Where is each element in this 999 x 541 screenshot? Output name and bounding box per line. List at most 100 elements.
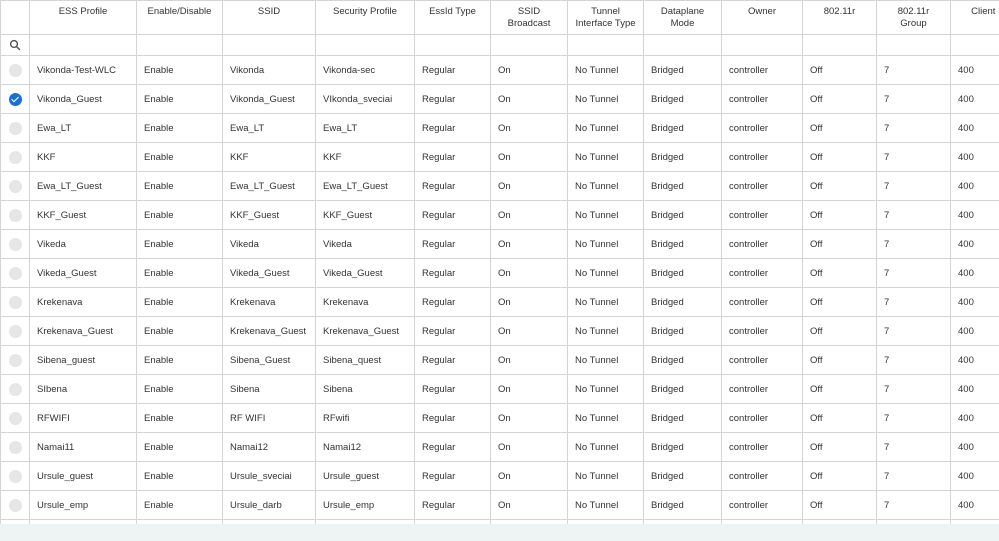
filter-input[interactable] bbox=[315, 34, 415, 56]
select-column-header[interactable] bbox=[0, 0, 30, 35]
row-select-cell[interactable] bbox=[0, 374, 30, 404]
table-row[interactable]: Ursule_emp Enable Ursule_darb Ursule_emp Reg… bbox=[0, 490, 999, 520]
column-header[interactable]: 802.11r bbox=[802, 0, 877, 35]
table-row[interactable]: Ewa_LT Enable Ewa_LT Ewa_LT Regular On No Tunn… bbox=[0, 113, 999, 143]
table-cell: No Tunnel bbox=[567, 113, 644, 143]
row-select-cell[interactable] bbox=[0, 461, 30, 491]
filter-input[interactable] bbox=[876, 34, 951, 56]
column-header[interactable]: EssId Type bbox=[414, 0, 491, 35]
column-header[interactable]: SSID Broadcast bbox=[490, 0, 568, 35]
filter-input[interactable] bbox=[802, 34, 877, 56]
row-select-radio[interactable] bbox=[8, 498, 22, 512]
table-row[interactable]: Krekenava Enable Krekenava Krekenava Regular… bbox=[0, 287, 999, 317]
row-select-cell[interactable] bbox=[0, 287, 30, 317]
row-select-cell[interactable] bbox=[0, 258, 30, 288]
column-header[interactable]: Dataplane Mode bbox=[643, 0, 722, 35]
filter-toggle-button[interactable] bbox=[0, 34, 30, 56]
table-row[interactable]: Vikeda_Guest Enable Vikeda_Guest Vikeda_Gue… bbox=[0, 258, 999, 288]
filter-input[interactable] bbox=[136, 34, 223, 56]
table-cell: On bbox=[490, 461, 568, 491]
table-row[interactable]: Vikonda-Test-WLC Enable Vikonda Vikonda-sec… bbox=[0, 55, 999, 85]
column-header[interactable]: Enable/Disable bbox=[136, 0, 223, 35]
table-cell: Ewa_LT_Guest bbox=[29, 171, 137, 201]
table-row[interactable]: KKF_Guest Enable KKF_Guest KKF_Guest Regular… bbox=[0, 200, 999, 230]
row-select-radio[interactable] bbox=[8, 237, 22, 251]
table-row[interactable]: Namai11 Enable Namai12 Namai12 Regular On No T… bbox=[0, 432, 999, 462]
table-cell: Sibena_Guest bbox=[222, 345, 316, 375]
column-header[interactable]: ESS Profile bbox=[29, 0, 137, 35]
row-select-cell[interactable] bbox=[0, 84, 30, 114]
row-select-radio[interactable] bbox=[8, 469, 22, 483]
table-cell: Regular bbox=[414, 55, 491, 85]
row-select-radio[interactable] bbox=[8, 63, 22, 77]
table-cell: Off bbox=[802, 200, 877, 230]
table-cell: 7 bbox=[876, 316, 951, 346]
row-select-radio[interactable] bbox=[8, 150, 22, 164]
column-header[interactable]: Owner bbox=[721, 0, 803, 35]
row-select-cell[interactable] bbox=[0, 229, 30, 259]
table-cell: Regular bbox=[414, 171, 491, 201]
row-select-radio[interactable] bbox=[8, 440, 22, 454]
filter-input[interactable] bbox=[414, 34, 491, 56]
row-select-radio[interactable] bbox=[8, 266, 22, 280]
filter-input[interactable] bbox=[950, 34, 999, 56]
column-header[interactable]: SSID bbox=[222, 0, 316, 35]
table-cell: Off bbox=[802, 403, 877, 433]
row-select-radio[interactable] bbox=[8, 324, 22, 338]
row-select-radio[interactable] bbox=[8, 353, 22, 367]
filter-input[interactable] bbox=[643, 34, 722, 56]
table-cell: On bbox=[490, 287, 568, 317]
row-select-cell[interactable] bbox=[0, 171, 30, 201]
filter-input[interactable] bbox=[567, 34, 644, 56]
table-row[interactable]: Sibena_guest Enable Sibena_Guest Sibena_que… bbox=[0, 345, 999, 375]
table-cell: Enable bbox=[136, 345, 223, 375]
table-cell: 400 bbox=[950, 200, 999, 230]
table-cell: Vikeda_Guest bbox=[315, 258, 415, 288]
table-row[interactable]: KKF Enable KKF KKF Regular On No Tunnel Bridged… bbox=[0, 142, 999, 172]
table-row[interactable]: Vikonda_Guest Enable Vikonda_Guest VIkonda_… bbox=[0, 84, 999, 114]
row-select-cell[interactable] bbox=[0, 55, 30, 85]
table-cell: Regular bbox=[414, 229, 491, 259]
row-selected-check-icon[interactable] bbox=[8, 92, 22, 106]
table-cell: Off bbox=[802, 142, 877, 172]
row-select-cell[interactable] bbox=[0, 345, 30, 375]
filter-input[interactable] bbox=[222, 34, 316, 56]
table-cell: Vikonda bbox=[222, 55, 316, 85]
column-header[interactable]: Client Idle Timeout bbox=[950, 0, 999, 35]
row-select-radio[interactable] bbox=[8, 208, 22, 222]
table-cell: On bbox=[490, 316, 568, 346]
table-row[interactable]: Ursule_guest Enable Ursule_sveciai Ursule_g… bbox=[0, 461, 999, 491]
filter-input[interactable] bbox=[29, 34, 137, 56]
row-select-cell[interactable] bbox=[0, 432, 30, 462]
row-select-radio[interactable] bbox=[8, 411, 22, 425]
row-select-radio[interactable] bbox=[8, 179, 22, 193]
row-select-cell[interactable] bbox=[0, 403, 30, 433]
row-select-cell[interactable] bbox=[0, 490, 30, 520]
table-cell: Bridged bbox=[643, 84, 722, 114]
row-select-radio[interactable] bbox=[8, 382, 22, 396]
row-select-cell[interactable] bbox=[0, 142, 30, 172]
table-cell: Krekenava bbox=[315, 287, 415, 317]
table-cell: 400 bbox=[950, 374, 999, 404]
row-select-cell[interactable] bbox=[0, 200, 30, 230]
row-select-cell[interactable] bbox=[0, 316, 30, 346]
filter-input[interactable] bbox=[721, 34, 803, 56]
table-cell: Off bbox=[802, 287, 877, 317]
column-header[interactable]: 802.11r Group bbox=[876, 0, 951, 35]
row-select-radio[interactable] bbox=[8, 121, 22, 135]
table-row[interactable]: Krekenava_Guest Enable Krekenava_Guest Krek… bbox=[0, 316, 999, 346]
table-cell: Bridged bbox=[643, 113, 722, 143]
filter-input[interactable] bbox=[490, 34, 568, 56]
table-cell: controller bbox=[721, 229, 803, 259]
table-cell: Ursule_darb bbox=[222, 490, 316, 520]
table-row[interactable]: SIbena Enable Sibena Sibena Regular On No Tunn… bbox=[0, 374, 999, 404]
column-header[interactable]: Tunnel Interface Type bbox=[567, 0, 644, 35]
table-cell: Enable bbox=[136, 200, 223, 230]
table-row[interactable]: Ewa_LT_Guest Enable Ewa_LT_Guest Ewa_LT_Gue… bbox=[0, 171, 999, 201]
table-row[interactable]: RFWIFI Enable RF WIFI RFwifi Regular On No Tun… bbox=[0, 403, 999, 433]
table-cell: 400 bbox=[950, 316, 999, 346]
row-select-cell[interactable] bbox=[0, 113, 30, 143]
table-row[interactable]: Vikeda Enable Vikeda Vikeda Regular On No Tunn… bbox=[0, 229, 999, 259]
column-header[interactable]: Security Profile bbox=[315, 0, 415, 35]
row-select-radio[interactable] bbox=[8, 295, 22, 309]
